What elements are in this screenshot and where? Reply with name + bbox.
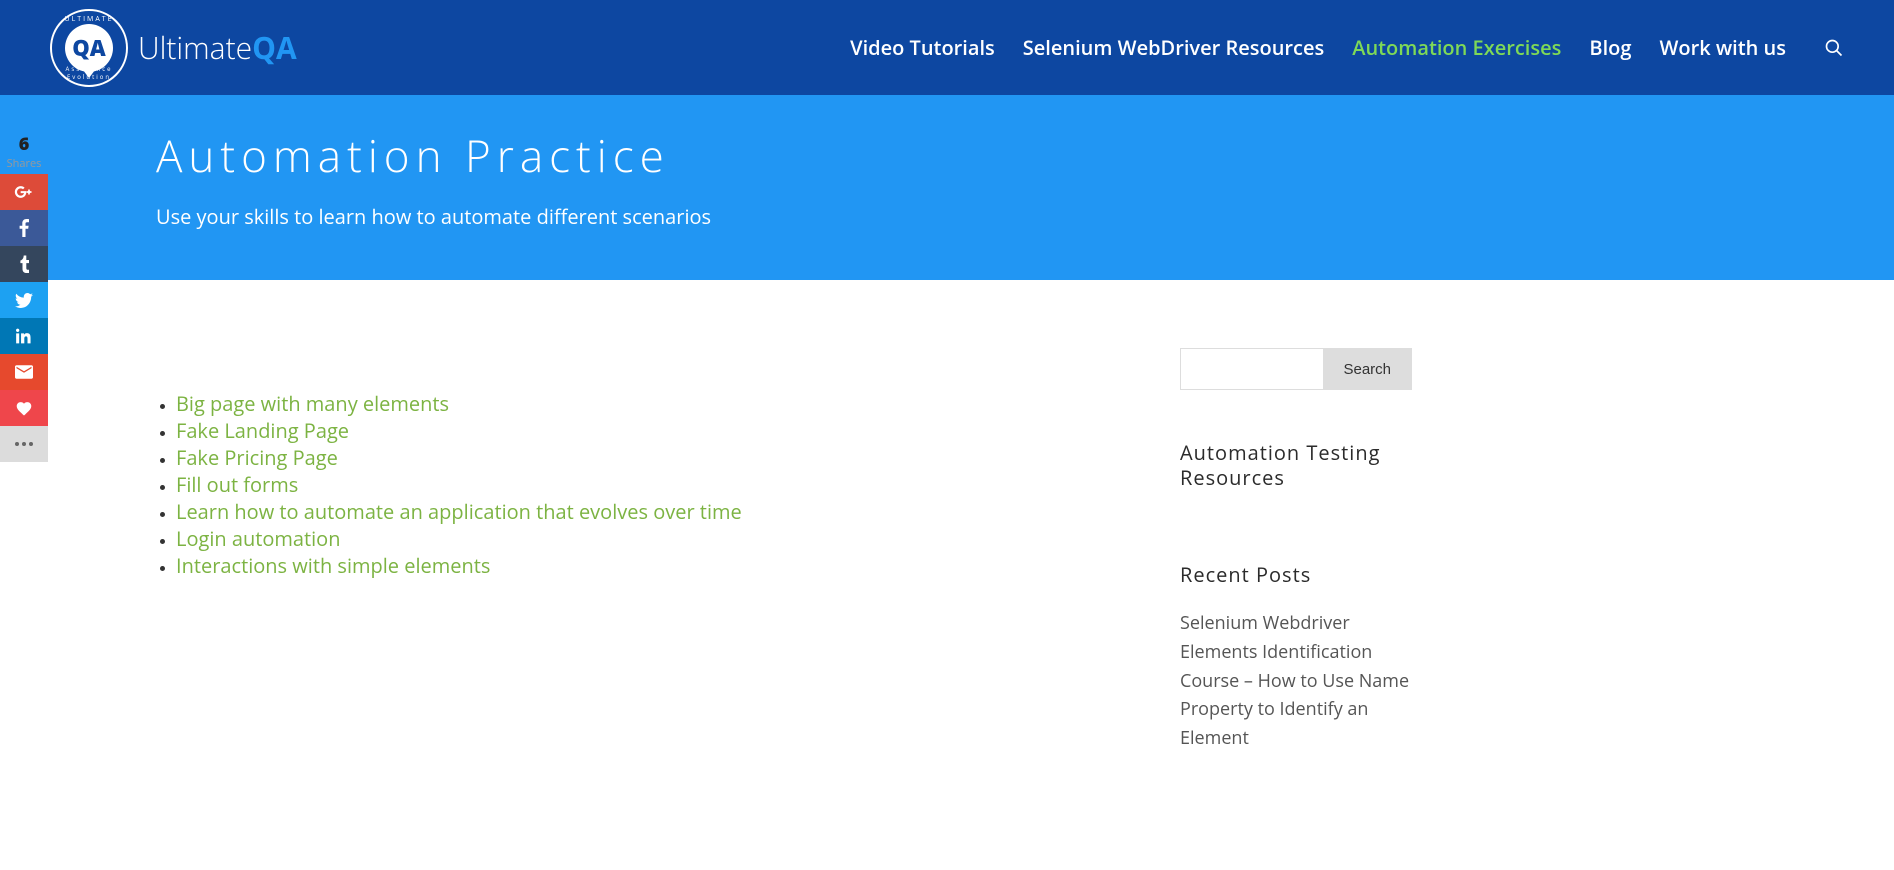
main-content: Big page with many elements Fake Landing… bbox=[156, 348, 1106, 753]
list-item: Fake Landing Page bbox=[176, 417, 1106, 444]
logo-word-b: QA bbox=[252, 27, 297, 68]
logo-word-a: Ultimate bbox=[138, 27, 252, 68]
link-big-page[interactable]: Big page with many elements bbox=[176, 390, 449, 417]
logo-emblem: ULTIMATE QA Quality Assurance Evolution bbox=[50, 9, 128, 87]
tumblr-icon[interactable] bbox=[0, 246, 48, 282]
google-plus-icon[interactable] bbox=[0, 174, 48, 210]
link-fill-forms[interactable]: Fill out forms bbox=[176, 471, 298, 498]
search-input[interactable] bbox=[1181, 349, 1323, 389]
logo-arc-bottom: Quality Assurance Evolution bbox=[52, 57, 126, 81]
linkedin-icon[interactable] bbox=[0, 318, 48, 354]
nav-selenium-resources[interactable]: Selenium WebDriver Resources bbox=[1023, 34, 1324, 61]
link-fake-landing[interactable]: Fake Landing Page bbox=[176, 417, 349, 444]
link-evolves[interactable]: Learn how to automate an application tha… bbox=[176, 498, 742, 525]
nav-automation-exercises[interactable]: Automation Exercises bbox=[1352, 34, 1561, 61]
page-subtitle: Use your skills to learn how to automate… bbox=[156, 203, 1416, 230]
link-login-automation[interactable]: Login automation bbox=[176, 525, 340, 552]
twitter-icon[interactable] bbox=[0, 282, 48, 318]
practice-link-list: Big page with many elements Fake Landing… bbox=[156, 390, 1106, 579]
link-fake-pricing[interactable]: Fake Pricing Page bbox=[176, 444, 338, 471]
main-nav: Video Tutorials Selenium WebDriver Resou… bbox=[850, 34, 1844, 61]
heart-icon[interactable] bbox=[0, 390, 48, 426]
social-share-bar: 6 Shares bbox=[0, 128, 48, 462]
search-icon[interactable] bbox=[1824, 38, 1844, 58]
nav-blog[interactable]: Blog bbox=[1589, 34, 1631, 61]
list-item: Interactions with simple elements bbox=[176, 552, 1106, 579]
search-button[interactable]: Search bbox=[1323, 349, 1411, 389]
sidebar: Search Automation Testing Resources Rece… bbox=[1180, 348, 1412, 753]
logo[interactable]: ULTIMATE QA Quality Assurance Evolution … bbox=[50, 9, 297, 87]
recent-post-link[interactable]: Selenium Webdriver Elements Identificati… bbox=[1180, 609, 1412, 753]
list-item: Fill out forms bbox=[176, 471, 1106, 498]
nav-video-tutorials[interactable]: Video Tutorials bbox=[850, 34, 995, 61]
top-header: ULTIMATE QA Quality Assurance Evolution … bbox=[0, 0, 1894, 95]
list-item: Big page with many elements bbox=[176, 390, 1106, 417]
sidebar-heading-resources: Automation Testing Resources bbox=[1180, 440, 1412, 490]
nav-work-with-us[interactable]: Work with us bbox=[1659, 34, 1786, 61]
page-title: Automation Practice bbox=[156, 125, 1416, 185]
share-count-label: Shares bbox=[0, 156, 48, 171]
share-count-number: 6 bbox=[0, 132, 48, 156]
email-icon[interactable] bbox=[0, 354, 48, 390]
share-counter: 6 Shares bbox=[0, 128, 48, 174]
logo-wordmark: UltimateQA bbox=[138, 27, 297, 68]
search-form: Search bbox=[1180, 348, 1412, 390]
list-item: Login automation bbox=[176, 525, 1106, 552]
list-item: Learn how to automate an application tha… bbox=[176, 498, 1106, 525]
more-icon[interactable] bbox=[0, 426, 48, 462]
facebook-icon[interactable] bbox=[0, 210, 48, 246]
hero-banner: Automation Practice Use your skills to l… bbox=[0, 95, 1894, 280]
link-simple-elements[interactable]: Interactions with simple elements bbox=[176, 552, 490, 579]
logo-arc-top: ULTIMATE bbox=[52, 15, 126, 24]
list-item: Fake Pricing Page bbox=[176, 444, 1106, 471]
sidebar-heading-recent: Recent Posts bbox=[1180, 562, 1412, 587]
